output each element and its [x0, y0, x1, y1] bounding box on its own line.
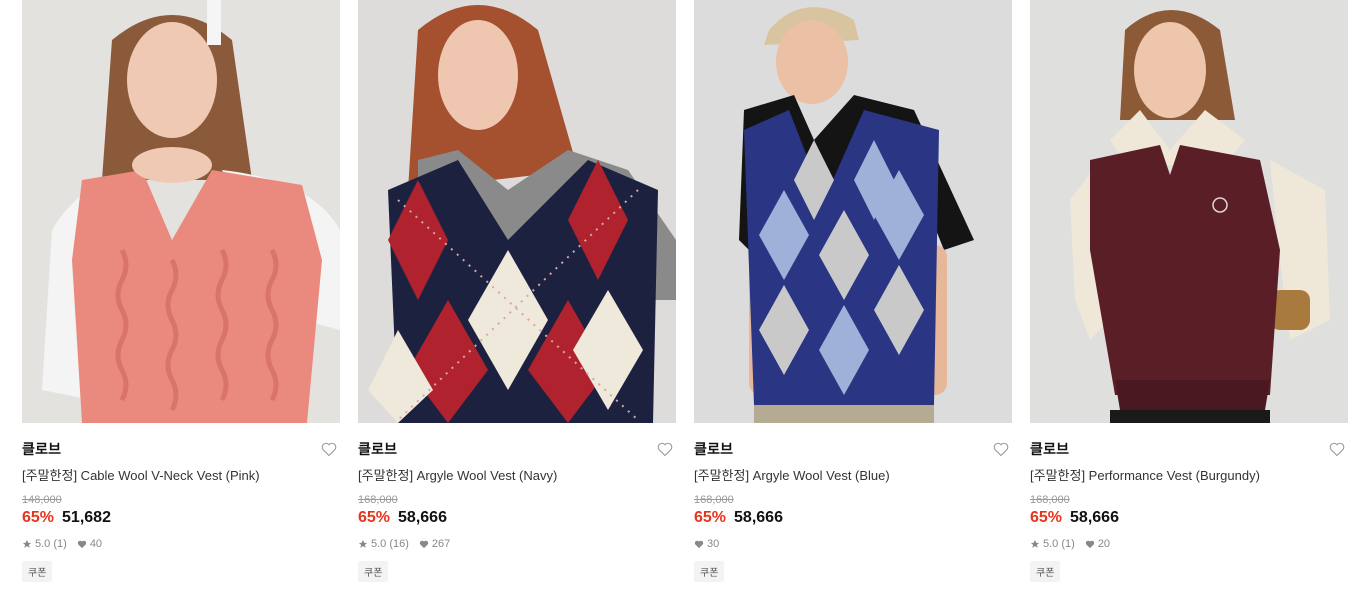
product-name[interactable]: [주말한정] Argyle Wool Vest (Navy)	[358, 465, 676, 484]
brand-name[interactable]: 클로브	[22, 439, 61, 459]
rating: 5.0 (1)	[22, 538, 67, 550]
likes: 40	[77, 538, 102, 550]
coupon-badge: 쿠폰	[694, 561, 725, 582]
original-price: 168,000	[358, 494, 398, 506]
heart-icon	[1085, 540, 1094, 548]
product-card[interactable]: 클로브 [주말한정] Argyle Wool Vest (Navy) 168,0…	[358, 0, 676, 582]
rating: 5.0 (16)	[358, 538, 409, 550]
likes: 267	[419, 538, 450, 550]
sale-price: 58,666	[1070, 509, 1119, 526]
product-card[interactable]: 클로브 [주말한정] Cable Wool V-Neck Vest (Pink)…	[22, 0, 340, 582]
wishlist-heart-icon[interactable]	[992, 440, 1010, 458]
discount-rate: 65%	[358, 509, 391, 526]
review-count: (16)	[389, 538, 409, 550]
product-grid: 클로브 [주말한정] Cable Wool V-Neck Vest (Pink)…	[0, 0, 1359, 589]
coupon-badge: 쿠폰	[358, 561, 389, 582]
heart-icon	[694, 540, 704, 548]
like-count: 267	[431, 538, 451, 550]
original-price: 168,000	[694, 494, 734, 506]
rating-value: 5.0	[371, 538, 387, 550]
likes: 30	[694, 538, 719, 550]
product-card[interactable]: 클로브 [주말한정] Argyle Wool Vest (Blue) 168,0…	[694, 0, 1012, 582]
review-count: (1)	[53, 538, 67, 550]
like-count: 30	[707, 538, 720, 550]
brand-name[interactable]: 클로브	[694, 439, 733, 459]
like-count: 20	[1097, 538, 1111, 550]
product-card[interactable]: 클로브 [주말한정] Performance Vest (Burgundy) 1…	[1030, 0, 1348, 582]
rating-value: 5.0	[35, 538, 51, 550]
product-image[interactable]	[1030, 0, 1348, 423]
star-icon	[1030, 539, 1040, 548]
brand-name[interactable]: 클로브	[358, 439, 397, 459]
wishlist-heart-icon[interactable]	[320, 440, 338, 458]
discount-rate: 65%	[1030, 509, 1063, 526]
original-price: 148,000	[22, 494, 62, 506]
like-count: 40	[89, 538, 103, 550]
rating: 5.0 (1)	[1030, 538, 1075, 550]
sale-price: 58,666	[398, 509, 447, 526]
heart-icon	[419, 540, 429, 548]
product-image[interactable]	[22, 0, 340, 423]
product-name[interactable]: [주말한정] Performance Vest (Burgundy)	[1030, 465, 1348, 484]
brand-name[interactable]: 클로브	[1030, 439, 1069, 459]
product-image[interactable]	[358, 0, 676, 423]
review-count: (1)	[1061, 538, 1075, 550]
wishlist-heart-icon[interactable]	[656, 440, 674, 458]
discount-rate: 65%	[22, 509, 55, 526]
product-name[interactable]: [주말한정] Cable Wool V-Neck Vest (Pink)	[22, 465, 340, 484]
wishlist-heart-icon[interactable]	[1328, 440, 1346, 458]
star-icon	[22, 539, 32, 548]
sale-price: 51,682	[62, 509, 111, 526]
likes: 20	[1085, 538, 1110, 550]
product-name[interactable]: [주말한정] Argyle Wool Vest (Blue)	[694, 465, 1012, 484]
product-image[interactable]	[694, 0, 1012, 423]
coupon-badge: 쿠폰	[22, 561, 53, 582]
rating-value: 5.0	[1043, 538, 1059, 550]
discount-rate: 65%	[694, 509, 727, 526]
sale-price: 58,666	[734, 509, 783, 526]
heart-icon	[77, 540, 86, 548]
coupon-badge: 쿠폰	[1030, 561, 1061, 582]
original-price: 168,000	[1030, 494, 1070, 506]
star-icon	[358, 539, 368, 548]
